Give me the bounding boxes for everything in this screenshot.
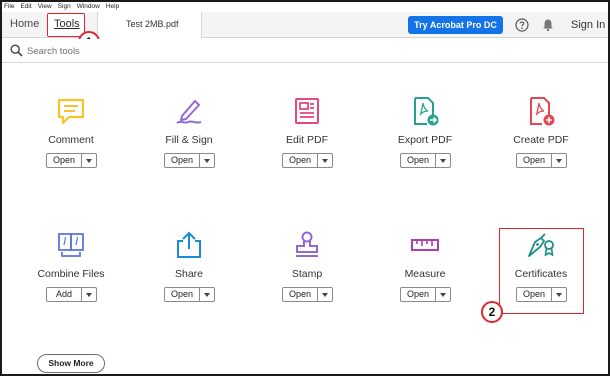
sign-in-link[interactable]: Sign In <box>571 19 605 31</box>
tool-export-pdf: Export PDF Open <box>370 96 480 196</box>
tools-grid: Comment Open Fill & Sign Open Edit PDF O… <box>2 64 608 374</box>
tool-measure-label: Measure <box>404 268 446 280</box>
stamp-open-button[interactable]: Open <box>282 287 333 302</box>
share-open-label[interactable]: Open <box>165 288 200 301</box>
tool-fill-sign: Fill & Sign Open <box>134 96 244 196</box>
tab-document[interactable]: Test 2MB.pdf <box>97 12 202 38</box>
tool-fill-sign-label: Fill & Sign <box>165 134 213 146</box>
edit-pdf-open-label[interactable]: Open <box>283 154 318 167</box>
fill-sign-icon[interactable] <box>174 96 204 126</box>
help-icon[interactable] <box>515 18 529 32</box>
tool-edit-pdf-label: Edit PDF <box>285 134 328 146</box>
menu-edit[interactable]: Edit <box>20 2 31 12</box>
comment-icon[interactable] <box>56 96 86 126</box>
menu-sign[interactable]: Sign <box>58 2 71 12</box>
create-pdf-open-button[interactable]: Open <box>516 153 567 168</box>
create-pdf-icon[interactable] <box>526 96 556 126</box>
bell-icon[interactable] <box>541 18 555 32</box>
try-acrobat-pro-button[interactable]: Try Acrobat Pro DC <box>408 16 503 34</box>
tool-export-pdf-label: Export PDF <box>397 134 453 146</box>
tool-share-label: Share <box>174 268 204 280</box>
chevron-down-icon[interactable] <box>318 288 332 301</box>
menu-view[interactable]: View <box>38 2 52 12</box>
export-pdf-open-button[interactable]: Open <box>400 153 451 168</box>
app-window: File Edit View Sign Window Help Home Too… <box>0 0 610 376</box>
fill-sign-open-label[interactable]: Open <box>165 154 200 167</box>
comment-open-label[interactable]: Open <box>47 154 82 167</box>
combine-files-add-button[interactable]: Add <box>46 287 97 302</box>
chevron-down-icon[interactable] <box>436 288 450 301</box>
tab-tools-label: Tools <box>54 18 80 30</box>
tool-edit-pdf: Edit PDF Open <box>252 96 362 196</box>
search-bar <box>2 39 608 63</box>
combine-files-add-label[interactable]: Add <box>47 288 82 301</box>
tool-comment: Comment Open <box>16 96 126 196</box>
menu-bar: File Edit View Sign Window Help <box>2 2 608 12</box>
tool-measure: Measure Open <box>370 230 480 330</box>
chevron-down-icon[interactable] <box>82 288 96 301</box>
tab-tools[interactable]: Tools <box>47 13 85 37</box>
export-pdf-open-label[interactable]: Open <box>401 154 436 167</box>
show-more-button[interactable]: Show More <box>37 354 105 373</box>
chevron-down-icon[interactable] <box>200 154 214 167</box>
tool-create-pdf-label: Create PDF <box>513 134 569 146</box>
menu-help[interactable]: Help <box>106 2 119 12</box>
chevron-down-icon[interactable] <box>318 154 332 167</box>
fill-sign-open-button[interactable]: Open <box>164 153 215 168</box>
search-input[interactable] <box>27 42 227 60</box>
stamp-open-label[interactable]: Open <box>283 288 318 301</box>
menu-window[interactable]: Window <box>77 2 100 12</box>
measure-icon[interactable] <box>410 230 440 260</box>
certificates-highlight <box>499 228 584 314</box>
edit-pdf-open-button[interactable]: Open <box>282 153 333 168</box>
comment-open-button[interactable]: Open <box>46 153 97 168</box>
create-pdf-open-label[interactable]: Open <box>517 154 552 167</box>
tool-combine-files-label: Combine Files <box>37 268 105 280</box>
measure-open-button[interactable]: Open <box>400 287 451 302</box>
stamp-icon[interactable] <box>292 230 322 260</box>
chevron-down-icon[interactable] <box>82 154 96 167</box>
tool-stamp-label: Stamp <box>291 268 323 280</box>
share-open-button[interactable]: Open <box>164 287 215 302</box>
tool-comment-label: Comment <box>48 134 94 146</box>
share-icon[interactable] <box>174 230 204 260</box>
export-pdf-icon[interactable] <box>410 96 440 126</box>
tool-create-pdf: Create PDF Open <box>486 96 596 196</box>
callout-2: 2 <box>481 301 503 323</box>
tool-stamp: Stamp Open <box>252 230 362 330</box>
chevron-down-icon[interactable] <box>436 154 450 167</box>
tab-home[interactable]: Home <box>10 18 39 30</box>
measure-open-label[interactable]: Open <box>401 288 436 301</box>
tool-combine-files: Combine Files Add <box>16 230 126 330</box>
tool-share: Share Open <box>134 230 244 330</box>
tab-document-label: Test 2MB.pdf <box>126 19 179 29</box>
search-icon <box>10 44 23 57</box>
menu-file[interactable]: File <box>4 2 14 12</box>
chevron-down-icon[interactable] <box>200 288 214 301</box>
edit-pdf-icon[interactable] <box>292 96 322 126</box>
chevron-down-icon[interactable] <box>552 154 566 167</box>
combine-files-icon[interactable] <box>56 230 86 260</box>
